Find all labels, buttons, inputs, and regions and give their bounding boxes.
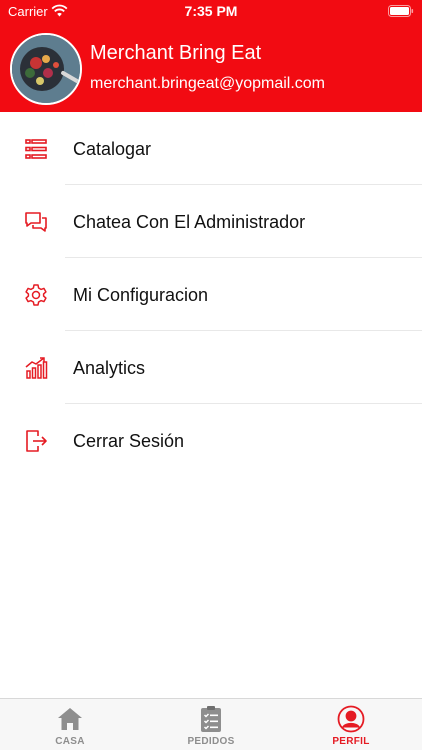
merchant-email: merchant.bringeat@yopmail.com — [90, 75, 326, 92]
menu-item-analytics[interactable]: Analytics — [0, 331, 422, 404]
list-icon — [25, 139, 47, 159]
chat-icon — [25, 212, 47, 232]
tab-perfil[interactable]: PERFIL — [281, 699, 421, 750]
user-icon — [337, 705, 365, 733]
menu-item-label: Analytics — [73, 358, 146, 378]
menu-item-chat-admin[interactable]: Chatea Con El Administrador — [0, 185, 422, 258]
profile-header: Carrier 7:35 PM Merchant Bring Eat merch… — [0, 0, 422, 112]
avatar[interactable] — [10, 33, 82, 105]
logout-icon — [26, 430, 47, 452]
menu-item-catalogar[interactable]: Catalogar — [0, 112, 422, 185]
tab-casa[interactable]: CASA — [0, 699, 140, 750]
clipboard-icon — [201, 706, 221, 732]
profile-menu: Catalogar Chatea Con El Administrador Mi… — [0, 112, 422, 477]
food-photo — [12, 35, 80, 103]
tab-pedidos[interactable]: PEDIDOS — [141, 699, 281, 750]
chart-icon — [25, 357, 48, 379]
tab-label: PEDIDOS — [187, 736, 235, 747]
status-bar: Carrier 7:35 PM — [0, 0, 422, 24]
merchant-name: Merchant Bring Eat — [90, 42, 262, 64]
tab-label: CASA — [55, 736, 85, 747]
home-icon — [58, 708, 82, 730]
battery-icon — [388, 5, 414, 17]
menu-item-label: Catalogar — [73, 139, 152, 159]
menu-item-label: Cerrar Sesión — [73, 431, 185, 451]
menu-item-logout[interactable]: Cerrar Sesión — [0, 404, 422, 477]
tab-label: PERFIL — [332, 736, 370, 747]
tab-bar: CASA PEDIDOS PERFIL — [0, 698, 422, 750]
clock: 7:35 PM — [184, 3, 238, 19]
menu-item-label: Chatea Con El Administrador — [73, 212, 306, 232]
menu-item-settings[interactable]: Mi Configuracion — [0, 258, 422, 331]
menu-item-label: Mi Configuracion — [73, 285, 209, 305]
gear-icon — [25, 284, 47, 306]
